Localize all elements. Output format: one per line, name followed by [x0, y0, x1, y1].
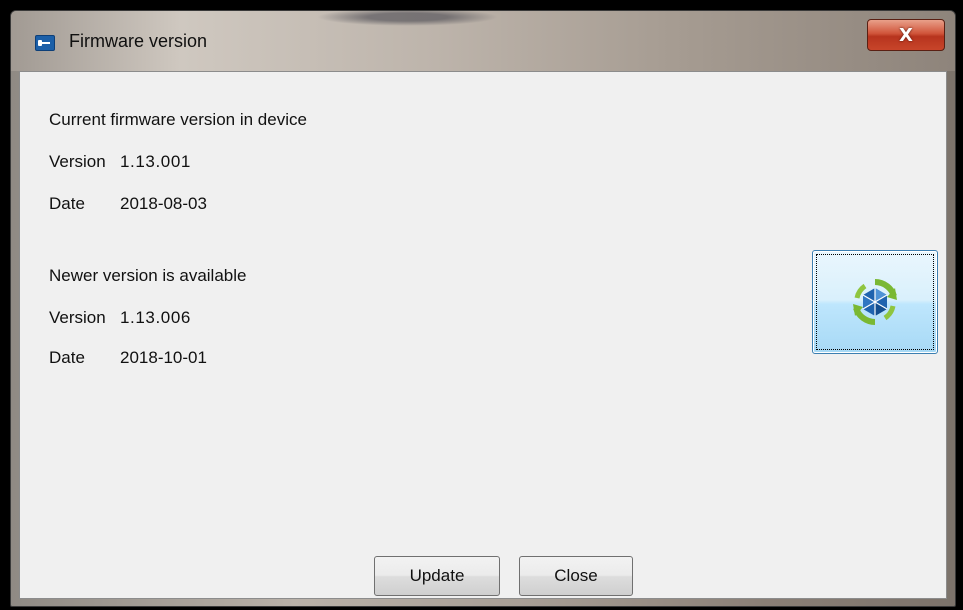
close-button[interactable]: Close [519, 556, 633, 596]
dialog-content: Current firmware version in device Versi… [19, 71, 947, 599]
current-firmware-heading: Current firmware version in device [49, 110, 307, 129]
window-title: Firmware version [69, 31, 208, 51]
firmware-update-icon-button[interactable] [812, 250, 938, 354]
newer-date-value: 2018-10-01 [120, 348, 207, 367]
current-date-label: Date [49, 194, 85, 213]
close-icon: X [899, 24, 913, 46]
newer-date-label: Date [49, 348, 85, 367]
newer-version-heading: Newer version is available [49, 266, 247, 285]
title-bar[interactable]: Firmware version X [11, 11, 955, 71]
current-version-label: Version [49, 152, 106, 171]
focus-rectangle [816, 254, 934, 350]
screenshot-frame: Firmware version X Current firmware vers… [0, 0, 963, 610]
newer-version-label: Version [49, 308, 106, 327]
update-button[interactable]: Update [374, 556, 500, 596]
newer-version-value: 1.13.006 [120, 308, 191, 327]
firmware-dialog: Firmware version X Current firmware vers… [10, 10, 956, 607]
current-version-value: 1.13.001 [120, 152, 191, 171]
window-close-button[interactable]: X [867, 19, 945, 51]
app-icon [35, 35, 55, 51]
current-date-value: 2018-08-03 [120, 194, 207, 213]
